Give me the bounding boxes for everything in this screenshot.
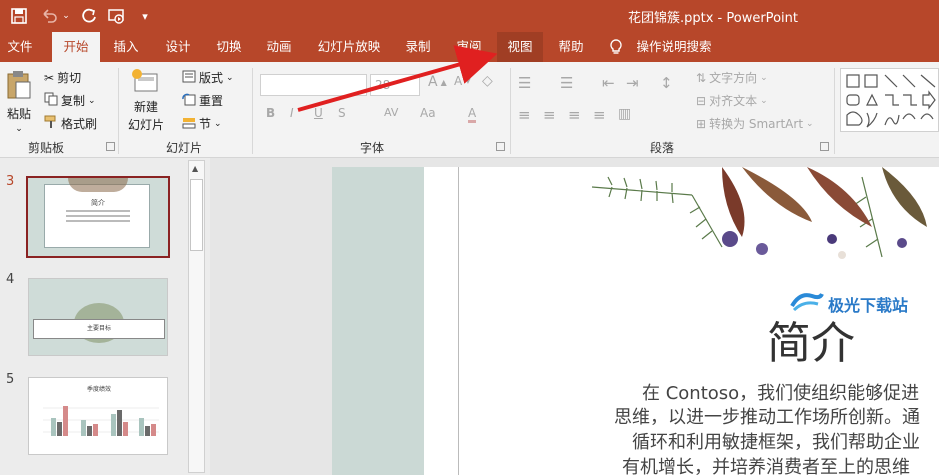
slide-body-line[interactable]: 思维，以进一步推动工作场所创新。通 (614, 403, 920, 429)
slide-body-line[interactable]: 有机增长，并培养消费者至上的思维 (622, 453, 910, 475)
slide-number: 4 (6, 272, 15, 287)
slide-body-line[interactable]: 循环和利用敏捷框架，我们帮助企业 (632, 428, 920, 454)
floral-decoration (591, 167, 927, 259)
slide-thumbnail-3[interactable]: 简介 (26, 176, 170, 258)
scroll-up-icon[interactable]: ▲ (192, 164, 198, 173)
slide-thumbnail-4[interactable]: 主要目标 (28, 278, 168, 356)
scrollbar-thumb[interactable] (190, 179, 203, 251)
slide-side-band (332, 167, 424, 475)
slide-body-line[interactable]: 在 Contoso，我们使组织能够促进 (642, 379, 919, 405)
slide-canvas[interactable]: 简介 在 Contoso，我们使组织能够促进 思维，以进一步推动工作场所创新。通… (332, 167, 939, 475)
slide-thumbnail-pane: 3 简介 4 主要目标 5 季度绩效 ▲ (0, 158, 210, 475)
thumbnail-chart (43, 406, 159, 436)
thumbnail-title: 主要目标 (86, 325, 111, 332)
watermark-text: 极光下载站 (828, 296, 909, 315)
slide-number: 3 (6, 174, 15, 189)
watermark: 极光下载站 (790, 290, 908, 318)
slide-number: 5 (6, 372, 15, 387)
thumbnail-scrollbar[interactable]: ▲ (188, 160, 205, 473)
slide-thumbnail-5[interactable]: 季度绩效 (28, 377, 168, 455)
slide-content-border (458, 167, 459, 475)
thumbnail-title: 简介 (91, 199, 105, 207)
watermark-logo-icon (790, 290, 824, 318)
